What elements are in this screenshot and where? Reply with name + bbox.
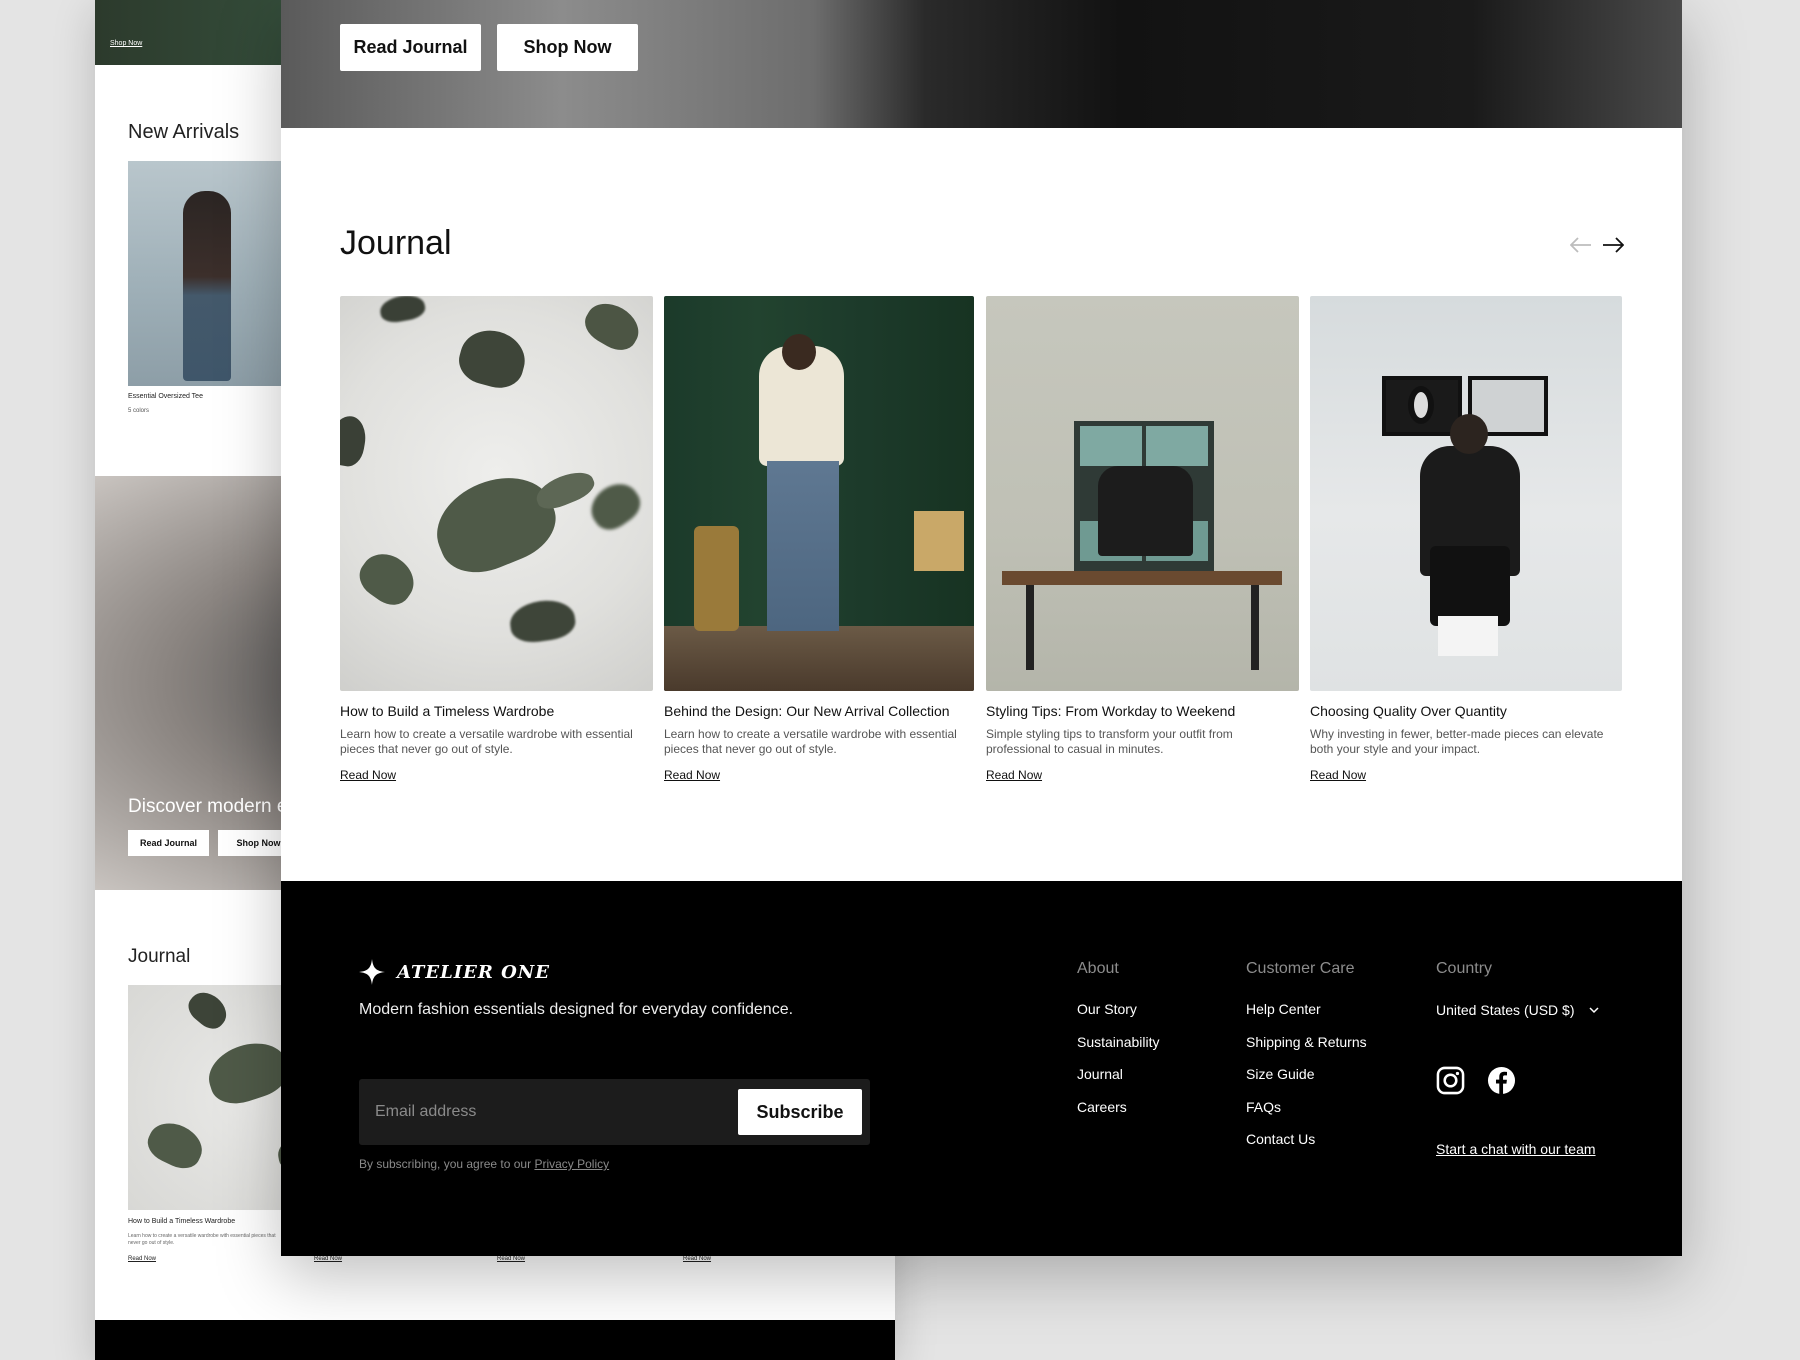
person-head <box>1450 414 1488 454</box>
social-links <box>1436 1066 1516 1095</box>
cap-shape <box>340 413 370 469</box>
hero-banner: Read Journal Shop Now <box>281 0 1682 128</box>
journal-section-title: Journal <box>340 224 452 262</box>
cap-shape <box>378 296 427 325</box>
read-now-link[interactable]: Read Now <box>340 768 396 782</box>
bench <box>1002 571 1282 585</box>
back-discover-text: Discover modern e <box>128 796 288 817</box>
back-product-name[interactable]: Essential Oversized Tee <box>128 393 203 400</box>
journal-card-desc: Why investing in fewer, better-made piec… <box>1310 727 1604 756</box>
back-journal-title: Journal <box>128 946 191 967</box>
arrow-right-icon[interactable] <box>1600 232 1626 258</box>
chair <box>914 511 964 571</box>
floor-rug <box>664 626 974 691</box>
read-now-link[interactable]: Read Now <box>986 768 1042 782</box>
footer-link-contact-us[interactable]: Contact Us <box>1246 1131 1367 1164</box>
footer-link-careers[interactable]: Careers <box>1077 1099 1160 1132</box>
footer-about-heading: About <box>1077 960 1119 977</box>
arrow-left-icon[interactable] <box>1568 232 1594 258</box>
cap-shape <box>453 323 532 394</box>
subscribe-button[interactable]: Subscribe <box>738 1089 862 1135</box>
bench-leg <box>1251 585 1259 670</box>
back-read-now-link[interactable]: Read Now <box>314 1256 342 1262</box>
back-journal-card-desc: Learn how to create a versatile wardrobe… <box>128 1233 276 1246</box>
cap-shape <box>423 461 567 586</box>
footer-care-heading: Customer Care <box>1246 960 1355 977</box>
footer-link-faqs[interactable]: FAQs <box>1246 1099 1367 1132</box>
journal-card-title[interactable]: How to Build a Timeless Wardrobe <box>340 703 653 719</box>
bench-leg <box>1026 585 1034 670</box>
footer-link-our-story[interactable]: Our Story <box>1077 1001 1160 1034</box>
journal-card-title[interactable]: Styling Tips: From Workday to Weekend <box>986 703 1299 719</box>
cap-shape <box>578 296 647 358</box>
cap-shape <box>507 596 578 646</box>
shop-now-button[interactable]: Shop Now <box>497 24 638 71</box>
side-table <box>694 526 739 631</box>
read-journal-button[interactable]: Read Journal <box>340 24 481 71</box>
journal-card-title[interactable]: Choosing Quality Over Quantity <box>1310 703 1622 719</box>
footer-link-help-center[interactable]: Help Center <box>1246 1001 1367 1034</box>
cap-brim <box>531 465 599 515</box>
back-footer-strip <box>95 1320 895 1360</box>
journal-card-image[interactable] <box>1310 296 1622 691</box>
journal-card-desc: Learn how to create a versatile wardrobe… <box>340 727 633 756</box>
consent-text: By subscribing, you agree to our Privacy… <box>359 1157 609 1171</box>
journal-card-image[interactable] <box>986 296 1299 691</box>
footer-tagline: Modern fashion essentials designed for e… <box>359 1001 794 1018</box>
person-head <box>782 334 816 370</box>
footer-link-shipping-returns[interactable]: Shipping & Returns <box>1246 1034 1367 1067</box>
footer-link-sustainability[interactable]: Sustainability <box>1077 1034 1160 1067</box>
journal-card[interactable]: Choosing Quality Over Quantity Why inves… <box>1310 296 1622 784</box>
back-new-arrivals-title: New Arrivals <box>128 121 240 143</box>
screen <box>1146 426 1208 466</box>
journal-card-image[interactable] <box>664 296 974 691</box>
sparkle-icon <box>359 959 385 985</box>
read-now-link[interactable]: Read Now <box>1310 768 1366 782</box>
chevron-down-icon <box>1588 1006 1599 1013</box>
journal-card-desc: Simple styling tips to transform your ou… <box>986 727 1233 756</box>
screen <box>1080 426 1142 466</box>
country-selected-value: United States (USD $) <box>1436 1002 1575 1018</box>
facebook-icon[interactable] <box>1487 1066 1516 1095</box>
journal-card[interactable]: Behind the Design: Our New Arrival Colle… <box>664 296 974 784</box>
back-hero-shop-link[interactable]: Shop Now <box>110 40 142 47</box>
read-now-link[interactable]: Read Now <box>664 768 720 782</box>
newsletter-form: Subscribe <box>359 1079 870 1145</box>
bag-image <box>1408 386 1434 424</box>
back-read-now-link[interactable]: Read Now <box>683 1256 711 1262</box>
journal-card-title[interactable]: Behind the Design: Our New Arrival Colle… <box>664 703 974 719</box>
footer-care-list: Help Center Shipping & Returns Size Guid… <box>1246 1001 1367 1164</box>
footer-link-journal[interactable]: Journal <box>1077 1066 1160 1099</box>
footer-country-heading: Country <box>1436 960 1493 977</box>
person-back <box>1098 466 1193 556</box>
journal-card[interactable]: How to Build a Timeless Wardrobe Learn h… <box>340 296 653 784</box>
privacy-policy-link[interactable]: Privacy Policy <box>534 1157 609 1171</box>
cap-shape <box>183 985 233 1035</box>
country-selector[interactable]: United States (USD $) <box>1436 1002 1599 1018</box>
back-read-now-link[interactable]: Read Now <box>497 1256 525 1262</box>
model-figure <box>183 191 231 381</box>
footer-about-list: Our Story Sustainability Journal Careers <box>1077 1001 1160 1131</box>
site-footer: ATELIER ONE Modern fashion essentials de… <box>281 881 1682 1256</box>
main-page: Read Journal Shop Now Journal How to Bui… <box>281 0 1682 1256</box>
back-product-colors: 5 colors <box>128 408 150 414</box>
stool <box>1438 616 1498 656</box>
journal-card-desc: Learn how to create a versatile wardrobe… <box>664 727 957 756</box>
brand-wordmark: ATELIER ONE <box>397 961 550 983</box>
back-read-journal-button[interactable]: Read Journal <box>128 830 209 856</box>
back-read-now-link[interactable]: Read Now <box>128 1256 156 1262</box>
chair-back <box>1430 546 1510 626</box>
cap-shape <box>142 1115 209 1175</box>
journal-card[interactable]: Styling Tips: From Workday to Weekend Si… <box>986 296 1299 784</box>
brand-logo[interactable]: ATELIER ONE <box>359 959 550 985</box>
instagram-icon[interactable] <box>1436 1066 1465 1095</box>
footer-link-size-guide[interactable]: Size Guide <box>1246 1066 1367 1099</box>
start-chat-link[interactable]: Start a chat with our team <box>1436 1141 1596 1157</box>
journal-card-image[interactable] <box>340 296 653 691</box>
cap-shape <box>352 544 423 613</box>
consent-label: By subscribing, you agree to our <box>359 1157 532 1171</box>
back-journal-card-title[interactable]: How to Build a Timeless Wardrobe <box>128 1218 235 1225</box>
person-jeans <box>767 461 839 631</box>
email-field[interactable] <box>359 1079 729 1145</box>
